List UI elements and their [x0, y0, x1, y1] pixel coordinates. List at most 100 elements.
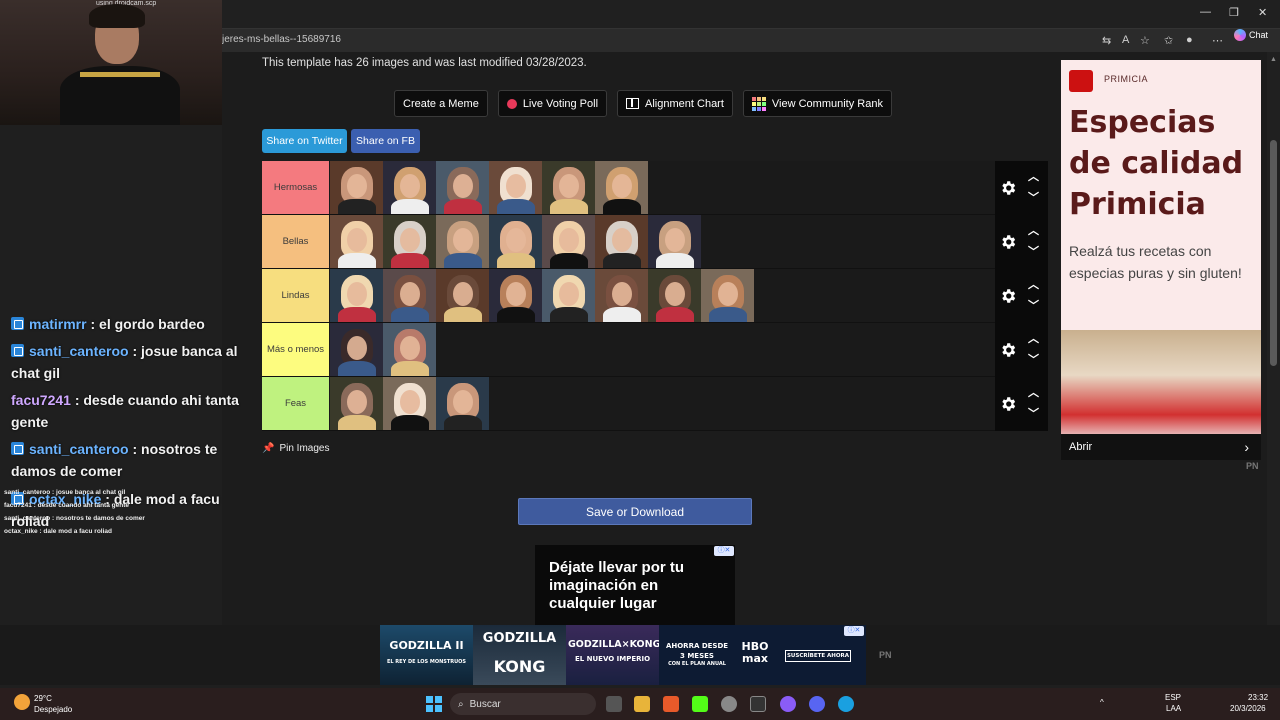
tier-image[interactable] [436, 161, 489, 214]
community-rank-button[interactable]: View Community Rank [742, 90, 892, 117]
tier-image[interactable] [595, 269, 648, 322]
chat-username[interactable]: facu7241 [11, 392, 71, 408]
brave-browser-icon[interactable] [663, 696, 679, 712]
language-indicator[interactable]: ESP [1165, 693, 1181, 702]
gear-icon[interactable] [999, 179, 1017, 197]
windows-start-icon[interactable] [426, 696, 442, 712]
move-up-icon[interactable]: ︿ [1028, 384, 1039, 400]
address-bar[interactable]: jeres-ms-bellas--15689716 ⇆ A ☆ ✩ ● ⋯ Ch… [222, 28, 1280, 52]
tier-image[interactable] [383, 323, 436, 376]
favorite-star-icon[interactable]: ☆ [1140, 34, 1150, 47]
tier-image[interactable] [436, 269, 489, 322]
tier-image[interactable] [595, 161, 648, 214]
tier-image[interactable] [489, 269, 542, 322]
gear-icon[interactable] [999, 395, 1017, 413]
tier-image[interactable] [542, 161, 595, 214]
tier-image[interactable] [542, 269, 595, 322]
tier-image[interactable] [383, 269, 436, 322]
alignment-chart-button[interactable]: Alignment Chart [617, 90, 733, 117]
chat-username[interactable]: santi_canteroo [29, 343, 129, 359]
tier-image[interactable] [330, 161, 383, 214]
tier-image[interactable] [489, 215, 542, 268]
tier-label[interactable]: Hermosas [262, 161, 329, 214]
app-icon[interactable] [780, 696, 796, 712]
ad-small[interactable]: ⓘ✕ Déjate llevar por tu imaginación en c… [535, 545, 735, 625]
weather-sun-icon[interactable] [14, 694, 30, 710]
page-scrollbar[interactable]: ▲ [1267, 52, 1280, 625]
ad-subscribe[interactable]: SUSCRÍBETE AHORA [785, 650, 851, 662]
tier-image[interactable] [383, 215, 436, 268]
epic-games-icon[interactable] [750, 696, 766, 712]
move-up-icon[interactable]: ︿ [1028, 330, 1039, 346]
obs-icon[interactable] [721, 696, 737, 712]
edge-icon[interactable] [838, 696, 854, 712]
tier-controls: ︿ ﹀ [995, 323, 1048, 377]
ad-bottom-close-icon[interactable]: ⓘ✕ [844, 626, 864, 636]
maximize-icon[interactable]: ❐ [1229, 6, 1239, 19]
share-twitter-button[interactable]: Share on Twitter [262, 129, 347, 153]
pin-images-toggle[interactable]: 📌 Pin Images [262, 443, 329, 454]
tier-label[interactable]: Feas [262, 377, 329, 430]
copilot-chat-button[interactable]: Chat [1234, 29, 1268, 41]
tier-image[interactable] [489, 161, 542, 214]
translate-icon[interactable]: ⇆ [1102, 34, 1111, 47]
gear-icon[interactable] [999, 287, 1017, 305]
move-down-icon[interactable]: ﹀ [1028, 351, 1039, 367]
close-icon[interactable]: ✕ [1258, 6, 1267, 19]
tray-chevron-icon[interactable]: ^ [1100, 698, 1104, 707]
tier-image[interactable] [648, 269, 701, 322]
tier-label[interactable]: Lindas [262, 269, 329, 322]
discord-icon[interactable] [809, 696, 825, 712]
ad-close-icon[interactable]: ⓘ✕ [714, 546, 734, 556]
ad-right[interactable]: PRIMICIA Especias de calidad Primicia Re… [1061, 60, 1261, 460]
tier-image[interactable] [595, 215, 648, 268]
move-down-icon[interactable]: ﹀ [1028, 405, 1039, 421]
tier-image[interactable] [436, 215, 489, 268]
tier-image[interactable] [648, 215, 701, 268]
chat-username[interactable]: matirmrr [29, 316, 87, 332]
move-up-icon[interactable]: ︿ [1028, 222, 1039, 238]
clock-time[interactable]: 23:32 [1248, 693, 1268, 702]
mini-chat-line: facu7241 : desde cuando ahi tanta gente [4, 502, 129, 509]
gear-icon[interactable] [999, 341, 1017, 359]
favorites-icon[interactable]: ✩ [1164, 34, 1173, 47]
tier-image[interactable] [330, 269, 383, 322]
tier-image[interactable] [542, 215, 595, 268]
save-download-button[interactable]: Save or Download [518, 498, 752, 525]
tier-image[interactable] [330, 215, 383, 268]
tier-label[interactable]: Más o menos [262, 323, 329, 376]
tier-image[interactable] [383, 161, 436, 214]
menu-dots-icon[interactable]: ⋯ [1212, 34, 1223, 47]
live-voting-poll-button[interactable]: Live Voting Poll [497, 90, 608, 117]
profile-icon[interactable]: ● [1186, 34, 1193, 46]
minimize-icon[interactable]: — [1200, 6, 1211, 18]
create-meme-button[interactable]: Create a Meme [394, 90, 488, 117]
tier-image[interactable] [330, 323, 383, 376]
ad-bottom[interactable]: GODZILLA II EL REY DE LOS MONSTRUOS GODZ… [380, 625, 866, 685]
scroll-up-icon[interactable]: ▲ [1270, 56, 1277, 63]
move-up-icon[interactable]: ︿ [1028, 276, 1039, 292]
move-down-icon[interactable]: ﹀ [1028, 189, 1039, 205]
move-down-icon[interactable]: ﹀ [1028, 243, 1039, 259]
kick-icon[interactable] [692, 696, 708, 712]
tier-image[interactable] [701, 269, 754, 322]
move-up-icon[interactable]: ︿ [1028, 168, 1039, 184]
file-explorer-icon[interactable] [634, 696, 650, 712]
share-fb-button[interactable]: Share on FB [351, 129, 420, 153]
taskbar-search[interactable]: ⌕ Buscar [450, 693, 596, 715]
tier-image[interactable] [436, 377, 489, 430]
chat-username[interactable]: santi_canteroo [29, 441, 129, 457]
gear-icon[interactable] [999, 233, 1017, 251]
move-down-icon[interactable]: ﹀ [1028, 297, 1039, 313]
read-aloud-icon[interactable]: A [1122, 34, 1129, 46]
action-buttons: Create a Meme Live Voting Poll Alignment… [394, 90, 892, 117]
mini-chat-line: santi_canteroo : josue banca al chat gil [4, 489, 126, 496]
tier-image[interactable] [330, 377, 383, 430]
ad-godzilla2: GODZILLA II EL REY DE LOS MONSTRUOS [380, 625, 473, 685]
tier-image[interactable] [383, 377, 436, 430]
scrollbar-thumb[interactable] [1270, 140, 1277, 366]
url-text[interactable]: jeres-ms-bellas--15689716 [222, 34, 341, 45]
ad-open-button[interactable]: Abrir › [1061, 434, 1261, 460]
tier-label[interactable]: Bellas [262, 215, 329, 268]
task-view-icon[interactable] [606, 696, 622, 712]
